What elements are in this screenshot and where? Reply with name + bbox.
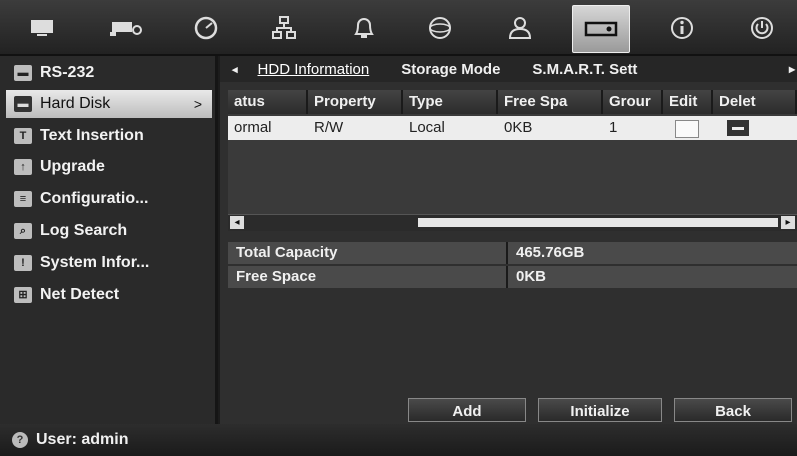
sidebar-item-text-insertion[interactable]: T Text Insertion bbox=[6, 122, 212, 150]
sidebar-item-label: System Infor... bbox=[40, 254, 150, 271]
sidebar-item-label: Log Search bbox=[40, 222, 128, 239]
column-header-free-space: Free Spa bbox=[498, 90, 603, 114]
free-space-value: 0KB bbox=[516, 268, 547, 285]
tab-hdd-information[interactable]: HDD Information bbox=[254, 61, 386, 78]
sidebar-item-label: Hard Disk bbox=[40, 95, 111, 112]
camera-icon[interactable] bbox=[98, 8, 154, 48]
initialize-button[interactable]: Initialize bbox=[538, 398, 662, 422]
info-icon[interactable] bbox=[654, 8, 710, 48]
action-buttons: Add Initialize Back bbox=[220, 398, 797, 424]
total-capacity-label: Total Capacity bbox=[228, 242, 508, 264]
total-capacity-value: 465.76GB bbox=[516, 244, 585, 261]
back-button[interactable]: Back bbox=[674, 398, 792, 422]
cell-group: 1 bbox=[609, 119, 618, 136]
scrollbar-thumb[interactable] bbox=[418, 218, 778, 227]
add-button[interactable]: Add bbox=[408, 398, 526, 422]
free-space-label: Free Space bbox=[228, 266, 508, 288]
free-space-row: Free Space 0KB bbox=[228, 266, 797, 288]
column-header-property: Property bbox=[308, 90, 403, 114]
globe-icon[interactable] bbox=[412, 8, 468, 48]
chevron-right-icon: > bbox=[193, 96, 202, 112]
sidebar-item-hard-disk[interactable]: ▬ Hard Disk > bbox=[6, 90, 212, 118]
top-toolbar bbox=[0, 0, 797, 56]
scroll-left-icon[interactable]: ◂ bbox=[230, 216, 244, 229]
tab-scroll-left-icon[interactable]: ◂ bbox=[220, 63, 254, 76]
tab-smart-settings[interactable]: S.M.A.R.T. Sett bbox=[516, 61, 653, 78]
network-icon[interactable] bbox=[256, 8, 312, 48]
scroll-right-icon[interactable]: ▸ bbox=[781, 216, 795, 229]
column-header-status: atus bbox=[228, 90, 308, 114]
sidebar-item-net-detect[interactable]: ⊞ Net Detect bbox=[6, 281, 212, 309]
tab-storage-mode[interactable]: Storage Mode bbox=[385, 61, 516, 78]
column-header-type: Type bbox=[403, 90, 498, 114]
cell-status: ormal bbox=[234, 119, 272, 136]
hard-disk-icon: ▬ bbox=[14, 96, 32, 112]
sidebar-item-upgrade[interactable]: ↑ Upgrade bbox=[6, 153, 212, 181]
cell-property: R/W bbox=[314, 119, 344, 136]
serial-port-icon: ▬ bbox=[14, 65, 32, 81]
sidebar-item-label: Text Insertion bbox=[40, 127, 144, 144]
hdd-table: atus Property Type Free Spa Grour Edit D… bbox=[228, 90, 797, 230]
edit-icon[interactable] bbox=[675, 120, 699, 138]
configuration-icon: ≡ bbox=[14, 191, 32, 207]
net-detect-icon: ⊞ bbox=[14, 287, 32, 303]
table-header: atus Property Type Free Spa Grour Edit D… bbox=[228, 90, 797, 114]
sidebar-item-rs232[interactable]: ▬ RS-232 bbox=[6, 59, 212, 87]
alarm-bell-icon[interactable] bbox=[336, 8, 392, 48]
column-header-delete: Delet bbox=[713, 90, 797, 114]
user-icon[interactable] bbox=[492, 8, 548, 48]
sidebar-item-label: RS-232 bbox=[40, 64, 95, 81]
text-insertion-icon: T bbox=[14, 128, 32, 144]
sidebar-item-system-info[interactable]: ! System Infor... bbox=[6, 249, 212, 277]
current-user: User: admin bbox=[36, 431, 129, 448]
main-panel: ◂ HDD Information Storage Mode S.M.A.R.T… bbox=[220, 56, 797, 424]
cell-free-space: 0KB bbox=[504, 119, 533, 136]
sidebar-item-configuration[interactable]: ≡ Configuratio... bbox=[6, 185, 212, 213]
capacity-info: Total Capacity 465.76GB Free Space 0KB bbox=[228, 242, 797, 290]
total-capacity-row: Total Capacity 465.76GB bbox=[228, 242, 797, 264]
tab-bar: ◂ HDD Information Storage Mode S.M.A.R.T… bbox=[220, 56, 797, 82]
sidebar-item-label: Configuratio... bbox=[40, 190, 149, 207]
monitor-icon[interactable] bbox=[14, 8, 70, 48]
column-header-group: Grour bbox=[603, 90, 663, 114]
column-header-edit: Edit bbox=[663, 90, 713, 114]
storage-icon[interactable] bbox=[572, 5, 630, 53]
sidebar-item-label: Upgrade bbox=[40, 158, 105, 175]
upgrade-icon: ↑ bbox=[14, 159, 32, 175]
system-info-icon: ! bbox=[14, 255, 32, 271]
table-row[interactable]: ormal R/W Local 0KB 1 bbox=[228, 116, 797, 140]
status-bar: ? User: admin bbox=[0, 424, 797, 456]
log-search-icon: ⌕ bbox=[14, 223, 32, 239]
sidebar-item-label: Net Detect bbox=[40, 286, 120, 303]
cell-delete bbox=[713, 116, 797, 140]
sidebar: ▬ RS-232 ▬ Hard Disk > T Text Insertion … bbox=[0, 56, 218, 424]
horizontal-scrollbar[interactable]: ◂ ▸ bbox=[228, 214, 797, 231]
gauge-icon[interactable] bbox=[178, 8, 234, 48]
cell-edit bbox=[663, 116, 713, 140]
tab-scroll-right-icon[interactable]: ▸ bbox=[789, 62, 795, 76]
delete-icon[interactable] bbox=[727, 120, 749, 136]
user-status-icon: ? bbox=[12, 432, 28, 448]
cell-type: Local bbox=[409, 119, 445, 136]
sidebar-item-log-search[interactable]: ⌕ Log Search bbox=[6, 217, 212, 245]
power-icon[interactable] bbox=[734, 8, 790, 48]
